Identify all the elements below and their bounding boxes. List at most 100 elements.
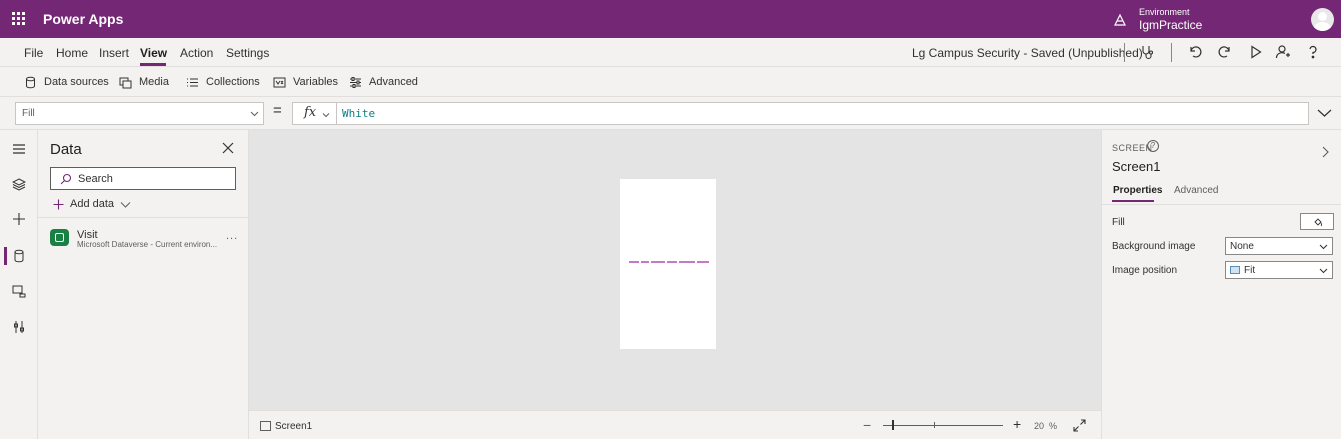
- fx-button[interactable]: fx: [292, 102, 337, 125]
- insert-button[interactable]: [0, 202, 38, 236]
- zoom-in-button[interactable]: +: [1013, 416, 1021, 432]
- screen-selector-label[interactable]: Screen1: [275, 421, 312, 432]
- property-dropdown[interactable]: Fill: [15, 102, 264, 125]
- variables-label: Variables: [293, 76, 339, 88]
- variables-button[interactable]: Variables: [273, 67, 338, 97]
- list-icon: [187, 78, 198, 86]
- formula-input[interactable]: White: [336, 102, 1309, 125]
- menu-view[interactable]: View: [140, 46, 167, 60]
- data-pane: Data Search Add data Visit Microsoft Dat…: [38, 130, 249, 439]
- chevron-right-icon[interactable]: [1320, 145, 1330, 159]
- redo-icon[interactable]: [1217, 44, 1233, 60]
- stethoscope-icon[interactable]: [1140, 44, 1156, 60]
- image-position-dropdown[interactable]: Fit: [1225, 261, 1333, 279]
- layers-icon: [12, 178, 26, 191]
- zoom-unit: %: [1049, 421, 1058, 431]
- property-dropdown-value: Fill: [22, 108, 35, 119]
- paint-bucket-icon: [1314, 218, 1322, 227]
- advanced-label: Advanced: [369, 76, 418, 88]
- zoom-slider-thumb[interactable]: [892, 420, 894, 430]
- active-tab-indicator: [1112, 200, 1154, 202]
- menu-settings[interactable]: Settings: [226, 46, 269, 60]
- menu-home[interactable]: Home: [56, 46, 88, 60]
- media-rail-button[interactable]: [0, 274, 38, 308]
- image-position-label: Image position: [1112, 265, 1178, 276]
- play-icon[interactable]: [1248, 44, 1264, 60]
- add-data-button[interactable]: Add data: [53, 197, 131, 211]
- formula-bar: Fill = fx White: [0, 97, 1341, 130]
- equals-sign: =: [273, 102, 282, 119]
- active-menu-indicator: [140, 63, 166, 66]
- close-icon[interactable]: [222, 142, 234, 154]
- collections-label: Collections: [206, 76, 260, 88]
- advanced-tools-button[interactable]: [0, 310, 38, 344]
- chevron-down-icon: [322, 113, 330, 118]
- menu-insert[interactable]: Insert: [99, 46, 129, 60]
- cylinder-icon: [14, 249, 24, 263]
- screen-selector-icon[interactable]: [260, 421, 271, 431]
- fx-icon: fx: [304, 105, 317, 120]
- more-options-icon[interactable]: ...: [226, 230, 238, 242]
- background-image-value: None: [1230, 240, 1254, 252]
- artboard-label[interactable]: [629, 261, 709, 264]
- app-title[interactable]: Power Apps: [43, 11, 123, 27]
- plus-icon: [53, 199, 64, 209]
- data-sources-button[interactable]: Data sources: [24, 67, 109, 97]
- menu-action[interactable]: Action: [180, 46, 213, 60]
- dataverse-icon: [50, 229, 69, 246]
- share-user-icon[interactable]: [1275, 44, 1291, 60]
- tab-advanced[interactable]: Advanced: [1174, 185, 1218, 196]
- expand-formula-icon[interactable]: [1317, 107, 1332, 119]
- hamburger-menu-button[interactable]: [0, 132, 38, 166]
- environment-name[interactable]: IgmPractice: [1139, 18, 1202, 32]
- left-rail: [0, 130, 38, 439]
- background-image-dropdown[interactable]: None: [1225, 237, 1333, 255]
- zoom-value[interactable]: 20: [1034, 421, 1044, 431]
- search-icon: [60, 173, 72, 185]
- user-avatar[interactable]: [1311, 8, 1334, 31]
- app-header: Power Apps Environment IgmPractice: [0, 0, 1341, 38]
- status-bar: Screen1 − + 20 %: [249, 410, 1101, 439]
- zoom-out-button[interactable]: −: [863, 417, 871, 433]
- advanced-button[interactable]: Advanced: [349, 67, 418, 97]
- search-placeholder: Search: [78, 173, 113, 185]
- plus-icon: [13, 213, 25, 225]
- toolbar-divider: [1171, 43, 1172, 62]
- help-icon[interactable]: [1305, 44, 1321, 60]
- search-input[interactable]: Search: [50, 167, 236, 190]
- design-canvas[interactable]: [249, 130, 1101, 410]
- tools-icon: [14, 321, 24, 333]
- collections-button[interactable]: Collections: [186, 67, 260, 97]
- document-status: Lg Campus Security - Saved (Unpublished): [912, 46, 1143, 60]
- view-ribbon: Data sources Media Collections Variables…: [0, 67, 1341, 97]
- image-fit-icon: [1230, 266, 1240, 274]
- zoom-slider[interactable]: [883, 425, 1003, 426]
- environment-label: Environment: [1139, 7, 1190, 17]
- add-data-label: Add data: [70, 198, 115, 210]
- tree-view-button[interactable]: [0, 167, 38, 201]
- toolbar-divider: [1124, 43, 1125, 62]
- chevron-down-icon: [1319, 244, 1328, 250]
- zoom-slider-midpoint: [934, 422, 935, 428]
- sliders-icon: [350, 76, 361, 88]
- active-rail-indicator: [4, 247, 7, 265]
- tab-properties[interactable]: Properties: [1113, 185, 1162, 196]
- screen-artboard[interactable]: [620, 179, 716, 349]
- help-icon[interactable]: ?: [1147, 140, 1159, 152]
- panel-divider: [1102, 204, 1341, 205]
- background-image-label: Background image: [1112, 241, 1196, 252]
- fill-label: Fill: [1112, 217, 1125, 228]
- media-button[interactable]: Media: [119, 67, 169, 97]
- fit-to-window-icon[interactable]: [1073, 419, 1086, 432]
- chevron-down-icon: [120, 201, 131, 208]
- menu-file[interactable]: File: [24, 46, 43, 60]
- undo-icon[interactable]: [1187, 44, 1203, 60]
- fill-color-picker[interactable]: [1300, 213, 1334, 230]
- media-label: Media: [139, 76, 169, 88]
- image-position-value: Fit: [1244, 264, 1256, 276]
- data-source-subtitle: Microsoft Dataverse - Current environ...: [77, 240, 218, 249]
- app-launcher-icon[interactable]: [12, 12, 26, 26]
- control-name[interactable]: Screen1: [1112, 159, 1160, 174]
- chevron-down-icon: [250, 111, 259, 117]
- environment-icon[interactable]: [1113, 13, 1127, 27]
